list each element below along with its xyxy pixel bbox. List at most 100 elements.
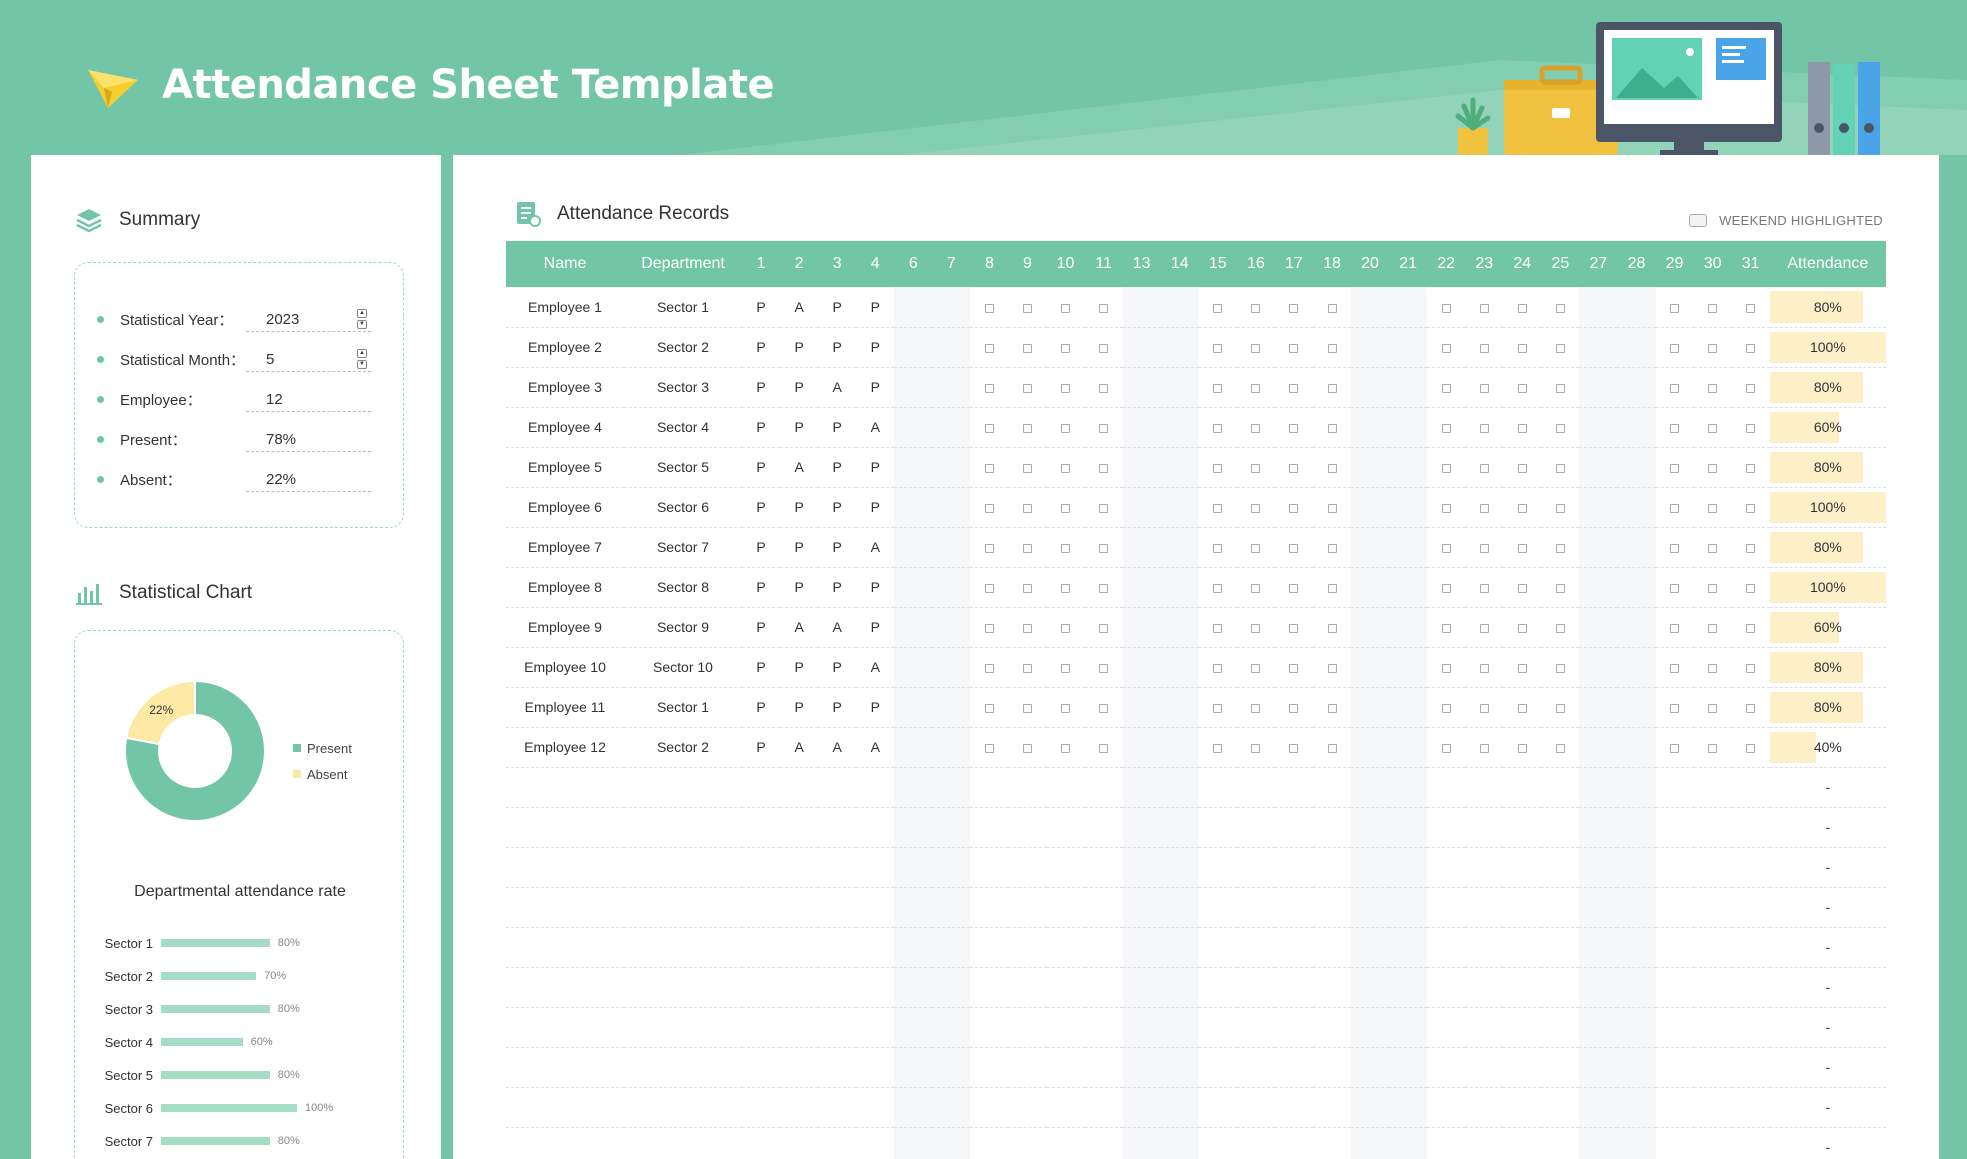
attendance-checkbox[interactable] (1099, 583, 1109, 593)
attendance-checkbox[interactable] (984, 663, 994, 673)
attendance-checkbox[interactable] (1099, 503, 1109, 513)
day-cell[interactable] (970, 367, 1009, 408)
day-cell[interactable] (1008, 647, 1047, 688)
attendance-checkbox[interactable] (1670, 623, 1680, 633)
day-cell[interactable] (1198, 407, 1237, 448)
attendance-checkbox[interactable] (1289, 623, 1299, 633)
attendance-checkbox[interactable] (1479, 663, 1489, 673)
day-cell[interactable] (970, 567, 1009, 608)
attendance-checkbox[interactable] (1708, 583, 1718, 593)
attendance-checkbox[interactable] (1099, 303, 1109, 313)
day-cell[interactable] (1274, 287, 1313, 328)
day-cell[interactable] (1008, 567, 1047, 608)
day-cell[interactable] (1503, 367, 1542, 408)
day-cell[interactable] (1465, 647, 1504, 688)
attendance-checkbox[interactable] (1289, 583, 1299, 593)
attendance-checkbox[interactable] (1708, 383, 1718, 393)
attendance-checkbox[interactable] (1251, 703, 1261, 713)
day-cell[interactable] (1655, 407, 1694, 448)
attendance-checkbox[interactable] (984, 463, 994, 473)
attendance-checkbox[interactable] (1061, 343, 1071, 353)
day-cell[interactable] (1046, 567, 1085, 608)
attendance-checkbox[interactable] (1251, 383, 1261, 393)
stepper-up-icon[interactable]: ▲ (357, 308, 367, 318)
day-cell[interactable] (970, 607, 1009, 648)
attendance-checkbox[interactable] (1746, 463, 1756, 473)
attendance-checkbox[interactable] (1555, 383, 1565, 393)
day-cell[interactable] (1731, 407, 1770, 448)
attendance-checkbox[interactable] (1555, 303, 1565, 313)
day-cell[interactable] (1046, 447, 1085, 488)
year-field[interactable]: 2023 ▲ ▼ (246, 307, 371, 332)
day-cell[interactable] (1655, 327, 1694, 368)
attendance-checkbox[interactable] (1441, 543, 1451, 553)
day-cell[interactable] (1274, 567, 1313, 608)
attendance-checkbox[interactable] (1213, 543, 1223, 553)
day-cell[interactable] (1046, 647, 1085, 688)
day-cell[interactable] (1008, 727, 1047, 768)
day-cell[interactable] (1465, 727, 1504, 768)
day-cell[interactable] (1655, 687, 1694, 728)
attendance-checkbox[interactable] (1670, 543, 1680, 553)
day-cell[interactable] (970, 407, 1009, 448)
attendance-checkbox[interactable] (1708, 303, 1718, 313)
attendance-checkbox[interactable] (1327, 743, 1337, 753)
attendance-checkbox[interactable] (1555, 583, 1565, 593)
attendance-checkbox[interactable] (1708, 623, 1718, 633)
day-cell[interactable] (1465, 487, 1504, 528)
attendance-checkbox[interactable] (1213, 503, 1223, 513)
attendance-checkbox[interactable] (1708, 463, 1718, 473)
attendance-checkbox[interactable] (1441, 703, 1451, 713)
day-cell[interactable] (1465, 687, 1504, 728)
day-cell[interactable] (1731, 687, 1770, 728)
day-cell[interactable] (1731, 647, 1770, 688)
day-cell[interactable] (1084, 527, 1123, 568)
attendance-checkbox[interactable] (1441, 303, 1451, 313)
attendance-checkbox[interactable] (1061, 503, 1071, 513)
day-cell[interactable] (1465, 327, 1504, 368)
attendance-checkbox[interactable] (1441, 503, 1451, 513)
day-cell[interactable] (1236, 447, 1275, 488)
day-cell[interactable] (1008, 527, 1047, 568)
attendance-checkbox[interactable] (1746, 383, 1756, 393)
attendance-checkbox[interactable] (1327, 383, 1337, 393)
day-cell[interactable] (1274, 527, 1313, 568)
year-stepper[interactable]: ▲ ▼ (357, 308, 367, 329)
attendance-checkbox[interactable] (1517, 463, 1527, 473)
day-cell[interactable] (1312, 527, 1352, 568)
attendance-checkbox[interactable] (1289, 463, 1299, 473)
attendance-checkbox[interactable] (1289, 303, 1299, 313)
attendance-checkbox[interactable] (1555, 463, 1565, 473)
day-cell[interactable] (1427, 647, 1466, 688)
day-cell[interactable] (1731, 287, 1770, 328)
day-cell[interactable] (1236, 567, 1275, 608)
attendance-checkbox[interactable] (1746, 703, 1756, 713)
attendance-checkbox[interactable] (1746, 543, 1756, 553)
attendance-checkbox[interactable] (1670, 383, 1680, 393)
day-cell[interactable] (1236, 407, 1275, 448)
attendance-checkbox[interactable] (1061, 423, 1071, 433)
attendance-checkbox[interactable] (1061, 743, 1071, 753)
attendance-checkbox[interactable] (1479, 623, 1489, 633)
day-cell[interactable] (1198, 527, 1237, 568)
attendance-checkbox[interactable] (1517, 543, 1527, 553)
attendance-checkbox[interactable] (1479, 423, 1489, 433)
attendance-checkbox[interactable] (1099, 463, 1109, 473)
attendance-checkbox[interactable] (1479, 343, 1489, 353)
day-cell[interactable] (1655, 567, 1694, 608)
day-cell[interactable] (1465, 527, 1504, 568)
day-cell[interactable] (1312, 647, 1352, 688)
attendance-checkbox[interactable] (1479, 503, 1489, 513)
day-cell[interactable] (1693, 607, 1732, 648)
day-cell[interactable] (1274, 447, 1313, 488)
day-cell[interactable] (1084, 607, 1123, 648)
attendance-checkbox[interactable] (1441, 383, 1451, 393)
day-cell[interactable] (1312, 487, 1352, 528)
day-cell[interactable] (1731, 487, 1770, 528)
attendance-checkbox[interactable] (1708, 423, 1718, 433)
day-cell[interactable] (1198, 367, 1237, 408)
attendance-checkbox[interactable] (1251, 303, 1261, 313)
attendance-checkbox[interactable] (1023, 503, 1032, 513)
attendance-checkbox[interactable] (1746, 503, 1756, 513)
attendance-checkbox[interactable] (1479, 303, 1489, 313)
